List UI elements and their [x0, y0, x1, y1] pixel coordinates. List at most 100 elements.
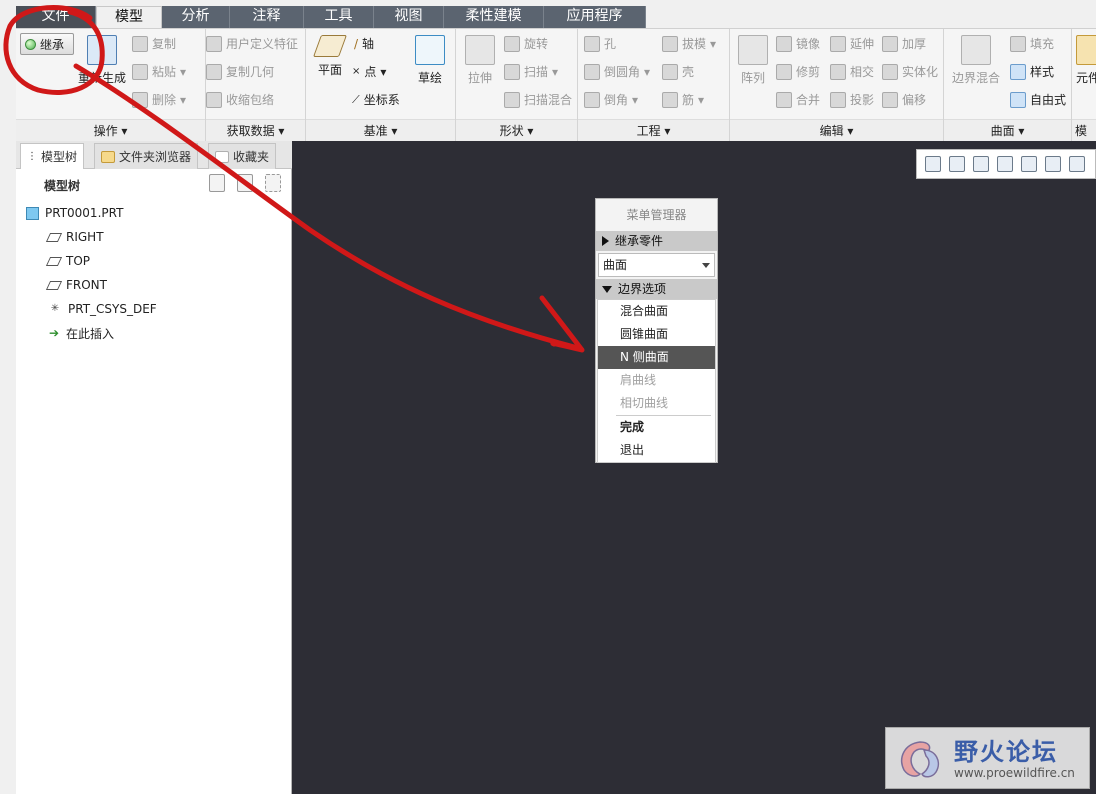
filter-icon[interactable] [265, 174, 281, 192]
tree-item-right[interactable]: RIGHT [26, 225, 286, 249]
regenerate-button[interactable]: 重新生成 [74, 35, 130, 86]
plane-icon [312, 35, 348, 57]
tree-item-part[interactable]: PRT0001.PRT [26, 201, 286, 225]
menu-item-done[interactable]: 完成 [598, 416, 715, 439]
sweep-icon [504, 63, 520, 80]
select-value: 曲面 [603, 258, 628, 272]
tab-applications[interactable]: 应用程序 [544, 6, 646, 28]
refit-icon[interactable] [925, 156, 941, 172]
menu-section-boundary-options[interactable]: 边界选项 [596, 279, 717, 299]
csys-button[interactable]: ⟋ 坐标系 [352, 91, 400, 108]
tree-item-csys[interactable]: ✳ PRT_CSYS_DEF [26, 297, 286, 321]
tree-item-top[interactable]: TOP [26, 249, 286, 273]
group-shapes-label[interactable]: 形状 ▾ [456, 119, 577, 141]
saved-views-icon[interactable] [1045, 156, 1061, 172]
tree-item-insert-here[interactable]: ➔ 在此插入 [26, 321, 286, 345]
revolve-button[interactable]: 旋转 [504, 35, 548, 52]
model-tree-icon: ⋮ [27, 150, 37, 162]
tab-model[interactable]: 模型 [96, 6, 162, 28]
copy-geometry-button[interactable]: 复制几何 [206, 63, 274, 80]
round-button[interactable]: 倒圆角 ▾ [584, 63, 650, 80]
group-engineering-label[interactable]: 工程 ▾ [578, 119, 729, 141]
tab-folder-browser[interactable]: 文件夹浏览器 [94, 143, 199, 169]
tree-item-label: PRT0001.PRT [45, 206, 124, 220]
tab-analysis[interactable]: 分析 [162, 6, 230, 28]
extrude-button[interactable]: 拉伸 [460, 35, 500, 86]
menu-item-conic-surface[interactable]: 圆锥曲面 [598, 323, 715, 346]
shrinkwrap-button[interactable]: 收缩包络 [206, 91, 274, 108]
point-label: 点 [364, 65, 377, 79]
swept-blend-button[interactable]: 扫描混合 [504, 91, 572, 108]
axis-button[interactable]: / 轴 [354, 35, 374, 52]
group-get-data-label[interactable]: 获取数据 ▾ [206, 119, 305, 141]
surface-type-select[interactable]: 曲面 [598, 253, 715, 277]
settings-icon[interactable] [209, 174, 225, 192]
udf-label: 用户定义特征 [226, 37, 299, 51]
merge-button[interactable]: 合并 [776, 91, 820, 108]
thicken-label: 加厚 [902, 37, 927, 51]
group-model-intent: 元件 模型 [1072, 29, 1096, 141]
group-operations: 继承 重新生成 复制 粘贴 ▾ 删除 ▾ 操作 ▾ [16, 29, 206, 141]
freestyle-button[interactable]: 自由式 [1010, 91, 1066, 108]
merge-label: 合并 [796, 93, 821, 107]
display-style-icon[interactable] [1021, 156, 1037, 172]
paste-button[interactable]: 粘贴 ▾ [132, 63, 186, 80]
draft-button[interactable]: 拔模 ▾ [662, 35, 716, 52]
menu-item-quit[interactable]: 退出 [598, 439, 715, 462]
datum-plane-icon [45, 256, 63, 266]
mirror-button[interactable]: 镜像 [776, 35, 820, 52]
group-operations-label[interactable]: 操作 ▾ [16, 119, 205, 141]
chamfer-button[interactable]: 倒角 ▾ [584, 91, 638, 108]
watermark-title: 野火论坛 [954, 738, 1058, 766]
style-button[interactable]: 样式 [1010, 63, 1054, 80]
solidify-button[interactable]: 实体化 [882, 63, 938, 80]
inherit-button[interactable]: 继承 [20, 33, 74, 55]
tab-annotate[interactable]: 注释 [230, 6, 304, 28]
group-model-intent-label[interactable]: 模型 [1072, 119, 1096, 141]
repaint-icon[interactable] [997, 156, 1013, 172]
extend-button[interactable]: 延伸 [830, 35, 874, 52]
udf-button[interactable]: 用户定义特征 [206, 35, 298, 52]
trim-button[interactable]: 修剪 [776, 63, 820, 80]
view-manager-icon[interactable] [1069, 156, 1085, 172]
tab-favorites[interactable]: 收藏夹 [208, 143, 277, 169]
tab-model-tree[interactable]: ⋮ 模型树 [20, 143, 85, 169]
fill-button[interactable]: 填充 [1010, 35, 1054, 52]
menu-item-n-sided-surface[interactable]: N 侧曲面 [598, 346, 715, 369]
offset-button[interactable]: 偏移 [882, 91, 926, 108]
element-button[interactable]: 元件 [1076, 35, 1096, 86]
tree-item-front[interactable]: FRONT [26, 273, 286, 297]
show-icon[interactable] [237, 174, 253, 192]
hole-button[interactable]: 孔 [584, 35, 616, 52]
intersect-button[interactable]: 相交 [830, 63, 874, 80]
zoom-in-icon[interactable] [949, 156, 965, 172]
tab-view[interactable]: 视图 [374, 6, 444, 28]
sweep-button[interactable]: 扫描 ▾ [504, 63, 558, 80]
inherit-label: 继承 [40, 37, 65, 52]
group-datum-label[interactable]: 基准 ▾ [306, 119, 455, 141]
tab-flexible-modeling[interactable]: 柔性建模 [444, 6, 544, 28]
plane-button[interactable]: 平面 [310, 35, 350, 78]
group-editing-label[interactable]: 编辑 ▾ [730, 119, 943, 141]
copy-button[interactable]: 复制 [132, 35, 176, 52]
rib-button[interactable]: 筋 ▾ [662, 91, 704, 108]
project-button[interactable]: 投影 [830, 91, 874, 108]
boundary-blend-button[interactable]: 边界混合 [948, 35, 1004, 86]
point-icon: × [352, 66, 361, 77]
tab-tools[interactable]: 工具 [304, 6, 374, 28]
delete-button[interactable]: 删除 ▾ [132, 91, 186, 108]
zoom-out-icon[interactable] [973, 156, 989, 172]
shrinkwrap-icon [206, 91, 222, 108]
sketch-button[interactable]: 草绘 [410, 35, 450, 86]
fill-icon [1010, 35, 1026, 52]
point-button[interactable]: × 点 ▾ [352, 63, 386, 80]
shell-button[interactable]: 壳 [662, 63, 694, 80]
pattern-button[interactable]: 阵列 [734, 35, 772, 86]
star-icon [215, 150, 229, 163]
tab-file[interactable]: 文件 [16, 6, 96, 28]
group-surfaces-label[interactable]: 曲面 ▾ [944, 119, 1071, 141]
menu-item-blended-surface[interactable]: 混合曲面 [598, 300, 715, 323]
ribbon: 继承 重新生成 复制 粘贴 ▾ 删除 ▾ 操作 ▾ 用户定义特征 复制几何 收缩… [16, 28, 1096, 141]
menu-section-inherit-part[interactable]: 继承零件 [596, 231, 717, 251]
thicken-button[interactable]: 加厚 [882, 35, 926, 52]
